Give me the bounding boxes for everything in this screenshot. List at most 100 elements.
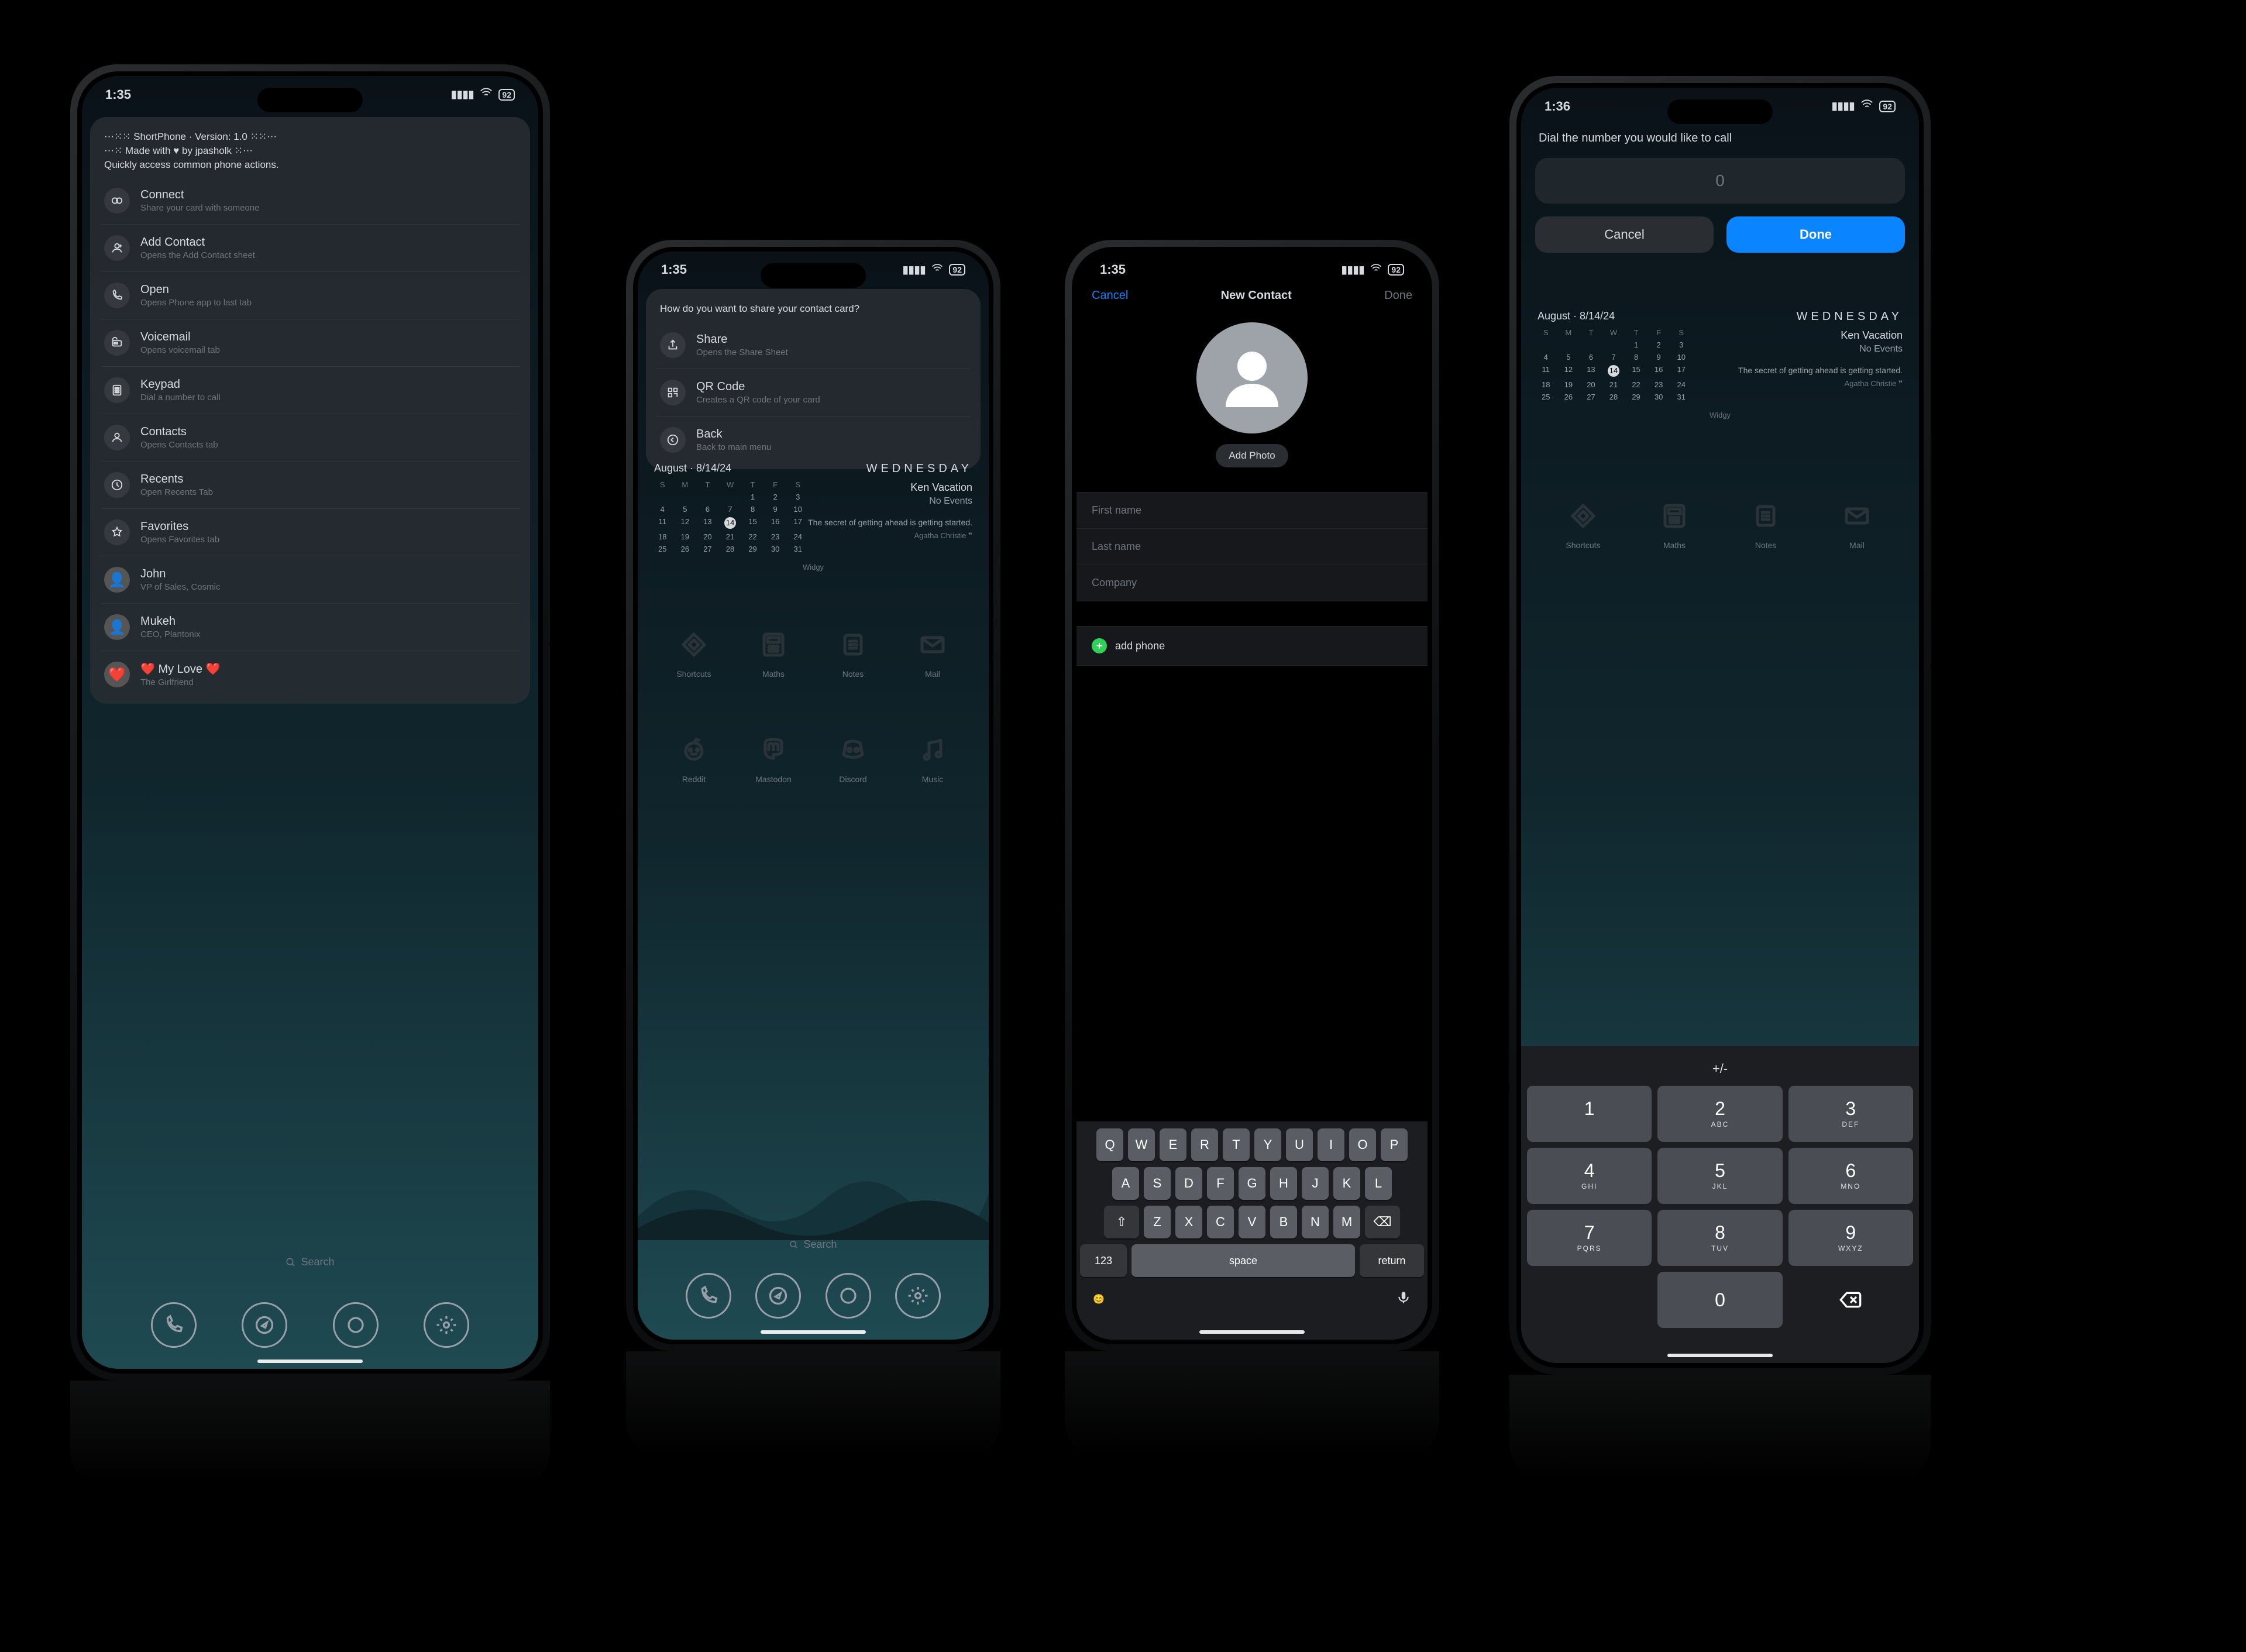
space-key[interactable]: space — [1131, 1244, 1355, 1277]
key-p[interactable]: P — [1381, 1128, 1408, 1161]
notes-icon — [1747, 497, 1784, 535]
app-discord[interactable]: Discord — [834, 731, 872, 784]
numpad-1-key[interactable]: 1 — [1527, 1086, 1652, 1142]
search-pill[interactable]: Search — [82, 1243, 538, 1281]
menu-row-connect[interactable]: ConnectShare your card with someone — [101, 177, 520, 224]
numpad-9-key[interactable]: 9WXYZ — [1788, 1210, 1913, 1266]
menu-row-voicemail[interactable]: VoicemailOpens voicemail tab — [101, 319, 520, 366]
mic-key[interactable] — [1396, 1290, 1411, 1308]
app-mail[interactable]: Mail — [1838, 497, 1876, 550]
add-phone-row[interactable]: + add phone — [1076, 626, 1428, 666]
key-l[interactable]: L — [1365, 1167, 1392, 1200]
key-i[interactable]: I — [1318, 1128, 1344, 1161]
numpad-5-key[interactable]: 5JKL — [1657, 1148, 1782, 1204]
dock-messages-icon[interactable] — [333, 1302, 379, 1348]
app-notes[interactable]: Notes — [1747, 497, 1784, 550]
search-pill[interactable]: Search — [638, 1226, 989, 1264]
key-x[interactable]: X — [1175, 1206, 1202, 1238]
numpad-delete-key[interactable] — [1788, 1272, 1913, 1328]
menu-row-share[interactable]: ShareOpens the Share Sheet — [656, 322, 970, 369]
dock-phone-icon[interactable] — [686, 1273, 731, 1319]
done-button[interactable]: Done — [1726, 216, 1905, 253]
menu-row-contacts[interactable]: ContactsOpens Contacts tab — [101, 414, 520, 461]
sign-key[interactable]: +/- — [1527, 1056, 1913, 1086]
numpad-0-key[interactable]: 0 — [1657, 1272, 1782, 1328]
menu-row-back[interactable]: BackBack to main menu — [656, 416, 970, 463]
backspace-key[interactable]: ⌫ — [1365, 1206, 1400, 1238]
numpad-6-key[interactable]: 6MNO — [1788, 1148, 1913, 1204]
key-q[interactable]: Q — [1096, 1128, 1123, 1161]
first-name-field[interactable]: First name — [1076, 492, 1428, 529]
dock-settings-icon[interactable] — [895, 1273, 941, 1319]
key-m[interactable]: M — [1333, 1206, 1360, 1238]
key-u[interactable]: U — [1286, 1128, 1313, 1161]
key-g[interactable]: G — [1239, 1167, 1265, 1200]
key-r[interactable]: R — [1191, 1128, 1218, 1161]
menu-row-mukeh[interactable]: 👤MukehCEO, Plantonix — [101, 603, 520, 651]
key-j[interactable]: J — [1302, 1167, 1329, 1200]
key-t[interactable]: T — [1223, 1128, 1250, 1161]
app-shortcuts[interactable]: Shortcuts — [675, 626, 713, 679]
app-shortcuts[interactable]: Shortcuts — [1564, 497, 1602, 550]
shift-key[interactable]: ⇧ — [1104, 1206, 1139, 1238]
menu-row-john[interactable]: 👤JohnVP of Sales, Cosmic — [101, 556, 520, 603]
cancel-button[interactable]: Cancel — [1092, 289, 1128, 302]
key-b[interactable]: B — [1270, 1206, 1297, 1238]
widgy-label: Widgy — [1538, 411, 1903, 419]
app-label: Music — [922, 775, 944, 784]
home-indicator[interactable] — [257, 1360, 363, 1363]
done-button[interactable]: Done — [1384, 289, 1412, 302]
cancel-button[interactable]: Cancel — [1535, 216, 1714, 253]
home-indicator[interactable] — [1667, 1354, 1773, 1357]
key-n[interactable]: N — [1302, 1206, 1329, 1238]
key-k[interactable]: K — [1333, 1167, 1360, 1200]
company-field[interactable]: Company — [1076, 565, 1428, 601]
dial-input[interactable]: 0 — [1535, 158, 1905, 204]
app-maths[interactable]: Maths — [755, 626, 792, 679]
menu-row-recents[interactable]: RecentsOpen Recents Tab — [101, 461, 520, 508]
return-key[interactable]: return — [1360, 1244, 1424, 1277]
home-indicator[interactable] — [761, 1330, 866, 1334]
app-maths[interactable]: Maths — [1656, 497, 1693, 550]
key-s[interactable]: S — [1144, 1167, 1171, 1200]
key-z[interactable]: Z — [1144, 1206, 1171, 1238]
key-f[interactable]: F — [1207, 1167, 1234, 1200]
key-c[interactable]: C — [1207, 1206, 1234, 1238]
menu-row-qr-code[interactable]: QR CodeCreates a QR code of your card — [656, 369, 970, 416]
key-w[interactable]: W — [1128, 1128, 1155, 1161]
app-mastodon[interactable]: Mastodon — [755, 731, 792, 784]
home-indicator[interactable] — [1199, 1330, 1305, 1334]
last-name-field[interactable]: Last name — [1076, 529, 1428, 565]
emoji-key[interactable]: 😊 — [1093, 1293, 1105, 1305]
app-music[interactable]: Music — [914, 731, 951, 784]
menu-row-open[interactable]: OpenOpens Phone app to last tab — [101, 271, 520, 319]
menu-row-favorites[interactable]: FavoritesOpens Favorites tab — [101, 508, 520, 556]
key-o[interactable]: O — [1349, 1128, 1376, 1161]
key-d[interactable]: D — [1175, 1167, 1202, 1200]
menu-row--my-love-[interactable]: ❤️❤️ My Love ❤️The Girlfriend — [101, 651, 520, 698]
numpad-8-key[interactable]: 8TUV — [1657, 1210, 1782, 1266]
key-v[interactable]: V — [1239, 1206, 1265, 1238]
dock-compass-icon[interactable] — [242, 1302, 287, 1348]
numpad-2-key[interactable]: 2ABC — [1657, 1086, 1782, 1142]
menu-row-add-contact[interactable]: Add ContactOpens the Add Contact sheet — [101, 224, 520, 271]
app-notes[interactable]: Notes — [834, 626, 872, 679]
dock-messages-icon[interactable] — [826, 1273, 871, 1319]
key-y[interactable]: Y — [1254, 1128, 1281, 1161]
numpad-4-key[interactable]: 4GHI — [1527, 1148, 1652, 1204]
dock-settings-icon[interactable] — [424, 1302, 469, 1348]
dock-phone-icon[interactable] — [151, 1302, 197, 1348]
dock-compass-icon[interactable] — [755, 1273, 801, 1319]
numbers-key[interactable]: 123 — [1080, 1244, 1127, 1277]
app-mail[interactable]: Mail — [914, 626, 951, 679]
key-h[interactable]: H — [1270, 1167, 1297, 1200]
avatar-placeholder[interactable] — [1196, 322, 1308, 433]
menu-row-keypad[interactable]: KeypadDial a number to call — [101, 366, 520, 414]
add-photo-button[interactable]: Add Photo — [1216, 444, 1288, 467]
key-a[interactable]: A — [1112, 1167, 1139, 1200]
signal-icon: ▮▮▮▮ — [1832, 100, 1855, 112]
key-e[interactable]: E — [1160, 1128, 1186, 1161]
app-reddit[interactable]: Reddit — [675, 731, 713, 784]
numpad-3-key[interactable]: 3DEF — [1788, 1086, 1913, 1142]
numpad-7-key[interactable]: 7PQRS — [1527, 1210, 1652, 1266]
